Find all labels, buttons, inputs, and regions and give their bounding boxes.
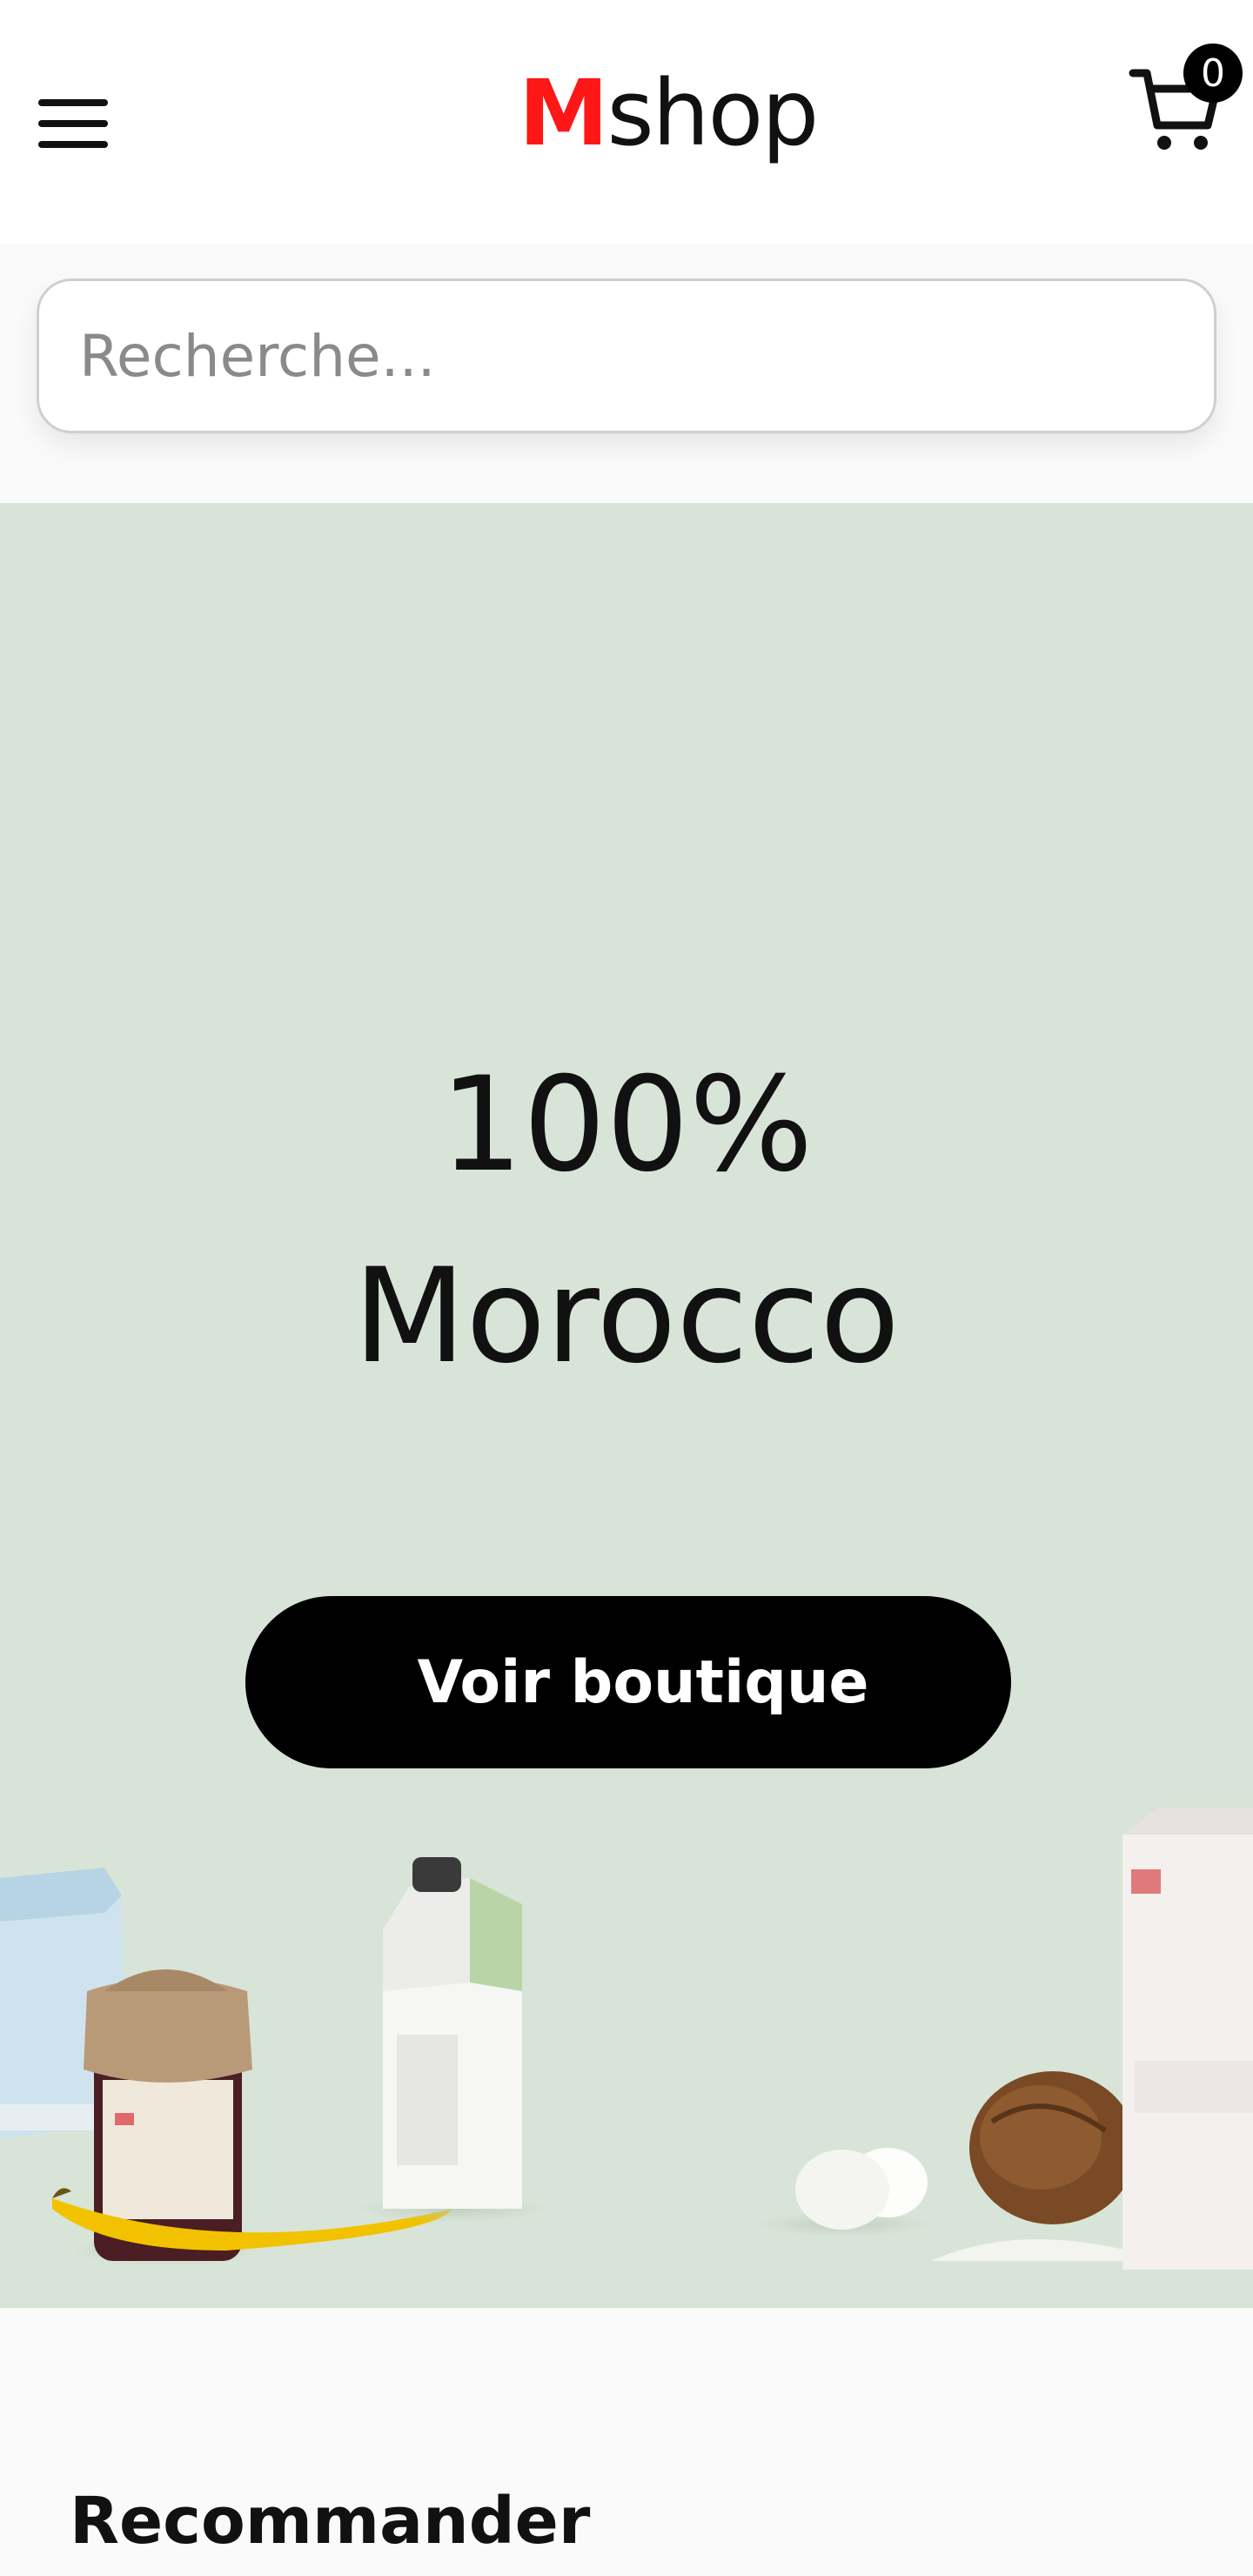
shop-now-button[interactable]: Voir boutique (245, 1596, 1011, 1768)
logo-accent-letter: M (519, 60, 608, 166)
hero-title-line-1: 100% (439, 1050, 814, 1201)
section-title: Recommander (70, 2484, 591, 2559)
shop-logo[interactable]: Mshop (519, 68, 819, 158)
hero-banner: 100% Morocco Voir boutique (0, 503, 1253, 2308)
menu-button[interactable] (38, 87, 122, 160)
top-header: Mshop 0 (0, 0, 1253, 244)
hamburger-line (38, 141, 108, 148)
hero-products-image (0, 1808, 1253, 2270)
logo-text: shop (606, 60, 820, 166)
search-input[interactable] (37, 278, 1216, 433)
hamburger-line (38, 120, 108, 127)
cart-count-badge: 0 (1183, 44, 1243, 103)
hamburger-menu-icon (38, 99, 108, 106)
hero-title-line-2: Morocco (352, 1241, 901, 1392)
